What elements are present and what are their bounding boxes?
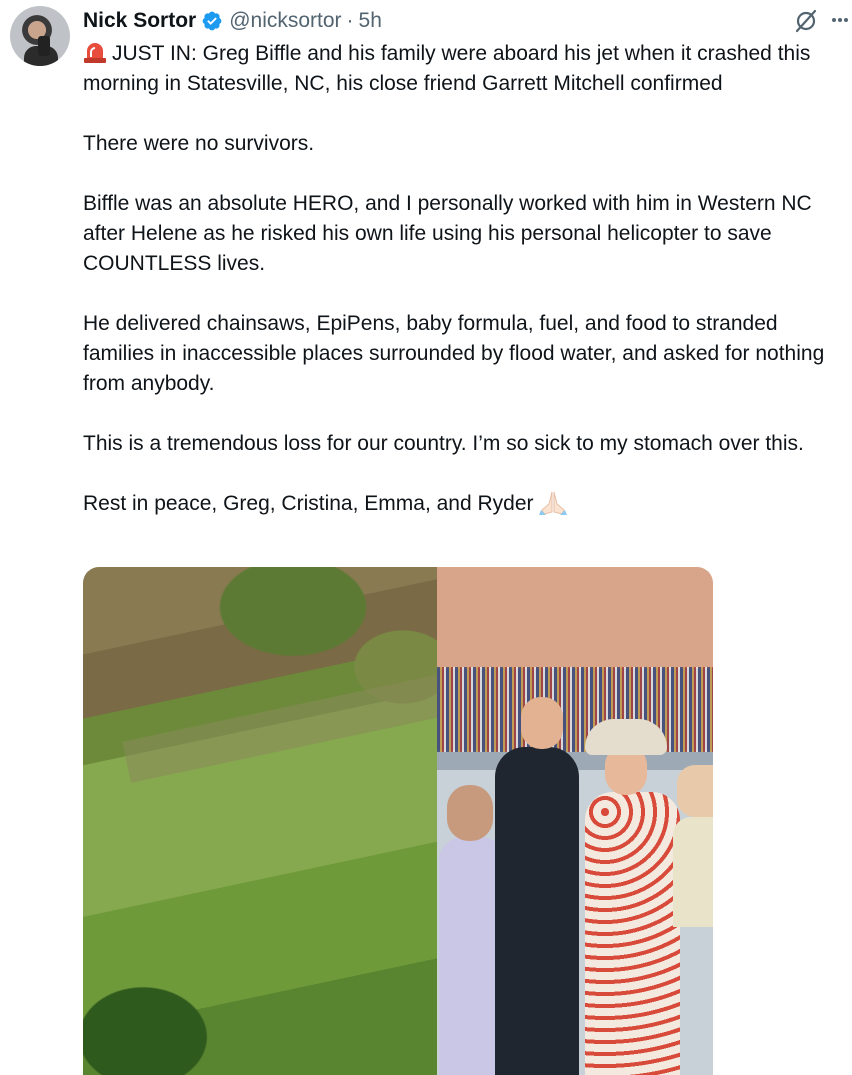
photo-detail <box>677 765 713 817</box>
author-name[interactable]: Nick Sortor <box>83 9 196 33</box>
author-handle[interactable]: @nicksortor <box>229 9 341 33</box>
folded-hands-icon <box>538 491 567 515</box>
separator-dot: · <box>346 9 354 32</box>
author-avatar[interactable] <box>10 6 70 66</box>
microphone-icon <box>38 36 50 56</box>
family-photo[interactable] <box>437 567 713 1075</box>
paragraph-text: Rest in peace, Greg, Cristina, Emma, and… <box>83 492 534 515</box>
timestamp[interactable]: 5h <box>359 9 382 33</box>
photo-detail <box>673 817 713 927</box>
tweet-paragraph: He delivered chainsaws, EpiPens, baby fo… <box>83 312 825 395</box>
photo-detail <box>437 667 713 752</box>
tweet-media[interactable] <box>83 567 713 1075</box>
more-icon[interactable] <box>828 8 852 32</box>
crash-site-photo[interactable] <box>83 567 454 1075</box>
tweet-header: Nick Sortor @nicksortor · 5h <box>83 7 382 35</box>
paragraph-text: JUST IN: Greg Biffle and his family were… <box>83 42 811 95</box>
photo-detail <box>447 785 493 841</box>
tweet-paragraph: This is a tremendous loss for our countr… <box>83 432 804 455</box>
photo-detail <box>585 719 667 755</box>
photo-detail <box>585 792 680 1075</box>
verified-badge-icon <box>202 11 222 31</box>
photo-detail <box>495 747 579 1075</box>
photo-detail <box>521 697 563 749</box>
photo-detail <box>122 673 454 783</box>
tweet-paragraph: Rest in peace, Greg, Cristina, Emma, and… <box>83 489 852 519</box>
tweet-paragraph: Biffle was an absolute HERO, and I perso… <box>83 192 812 275</box>
tweet-text: JUST IN: Greg Biffle and his family were… <box>83 39 852 519</box>
siren-icon <box>84 43 106 63</box>
grok-icon[interactable] <box>793 8 819 34</box>
tweet-paragraph: JUST IN: Greg Biffle and his family were… <box>83 39 852 99</box>
tweet-paragraph: There were no survivors. <box>83 132 315 155</box>
